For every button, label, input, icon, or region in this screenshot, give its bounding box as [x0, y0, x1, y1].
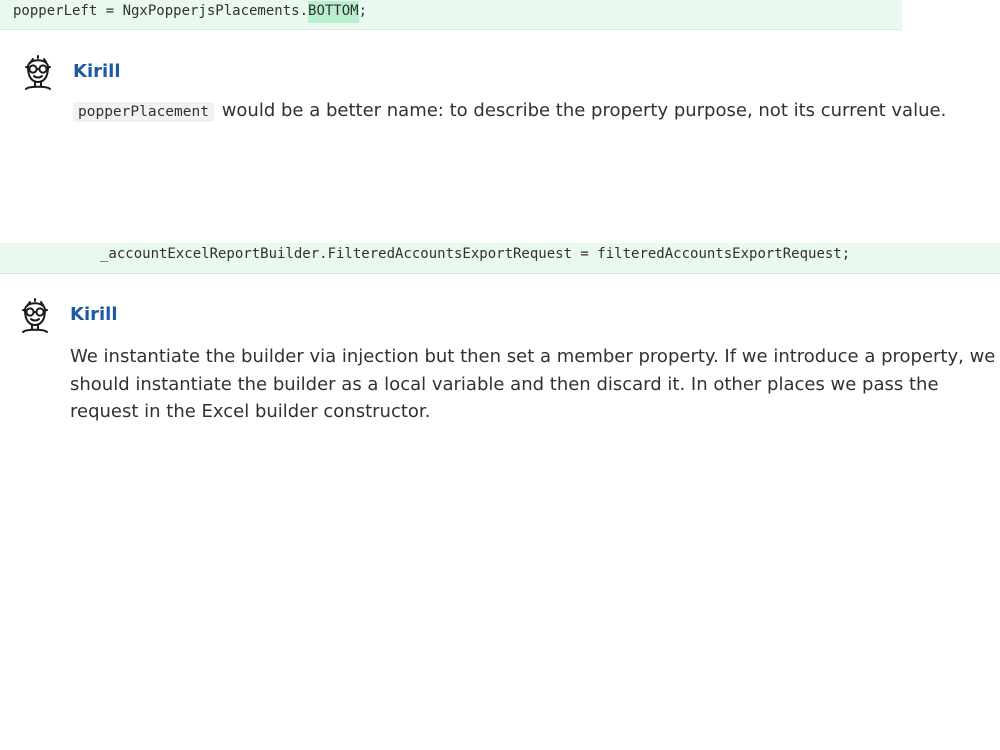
comment-text: We instantiate the builder via injection…	[70, 346, 996, 422]
code-line-1-after: ;	[358, 3, 368, 19]
inline-code: popperPlacement	[73, 102, 214, 122]
face-glasses-icon	[22, 298, 48, 333]
comment-author[interactable]: Kirill	[73, 61, 121, 82]
comment-text: would be a better name: to describe the …	[221, 100, 947, 121]
code-line-1-before: popperLeft = NgxPopperjsPlacements.	[13, 3, 309, 19]
comment-body: popperPlacement would be a better name: …	[73, 97, 990, 127]
code-line-1: popperLeft = NgxPopperjsPlacements.BOTTO…	[0, 0, 902, 30]
code-line-1-highlight: BOTTOM	[308, 1, 359, 23]
comment-author[interactable]: Kirill	[70, 304, 118, 325]
code-line-2-text: _accountExcelReportBuilder.FilteredAccou…	[100, 246, 851, 262]
code-line-2: _accountExcelReportBuilder.FilteredAccou…	[0, 243, 1000, 274]
face-glasses-icon	[25, 55, 51, 90]
